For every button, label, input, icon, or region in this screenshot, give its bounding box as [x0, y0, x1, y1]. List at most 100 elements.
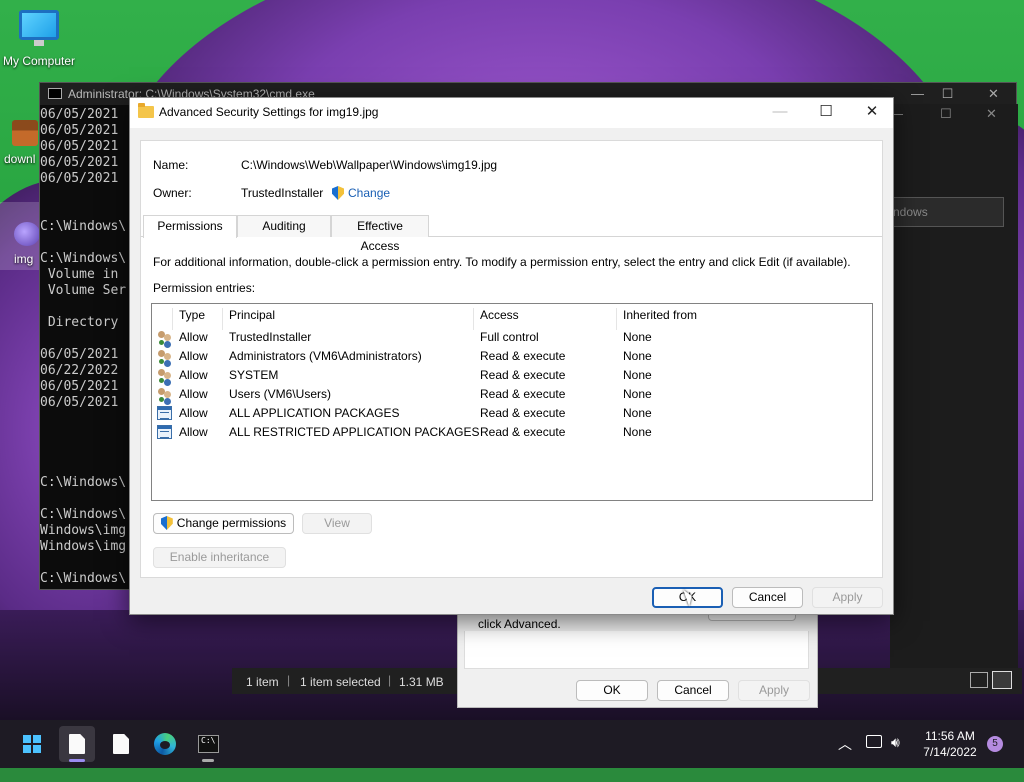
taskbar: C:\ ︿ 🔊︎ 11:56 AM 7/14/2022 5 [0, 720, 1024, 768]
taskbar-file-explorer[interactable] [59, 726, 95, 762]
ok-button[interactable]: OK [576, 680, 648, 701]
close-icon[interactable]: ✕ [971, 83, 1016, 105]
cell-access: Read & execute [480, 406, 566, 420]
taskbar-command-prompt[interactable]: C:\ [190, 726, 226, 762]
view-button[interactable]: View [302, 513, 372, 534]
maximize-icon[interactable]: ☐ [940, 106, 952, 122]
tiles-view-icon[interactable] [992, 671, 1012, 689]
properties-dialog[interactable]: click Advanced. Advanced OK Cancel Apply [457, 600, 818, 708]
cell-access: Read & execute [480, 387, 566, 401]
cell-principal: ALL APPLICATION PACKAGES [229, 406, 400, 420]
desktop-icon-my-computer[interactable]: My Computer [0, 10, 78, 68]
enable-inheritance-button[interactable]: Enable inheritance [153, 547, 286, 568]
volume-icon[interactable]: 🔊︎ [891, 734, 900, 782]
minimize-icon: — [772, 103, 788, 120]
cell-access: Read & execute [480, 425, 566, 439]
permission-entry-row[interactable]: Allow Administrators (VM6\Administrators)… [152, 347, 872, 366]
search-input[interactable]: ndows [892, 197, 1004, 227]
cell-inherited: None [623, 330, 652, 344]
clock[interactable]: 11:56 AM 7/14/2022 [918, 728, 982, 776]
column-header-access[interactable]: Access [480, 308, 519, 322]
status-divider: | [388, 673, 392, 687]
package-icon [157, 406, 172, 420]
desktop-icon-label: downl [4, 152, 36, 166]
cell-principal: Users (VM6\Users) [229, 387, 332, 401]
cancel-button[interactable]: Cancel [732, 587, 803, 608]
column-header-inherited[interactable]: Inherited from [623, 308, 697, 322]
properties-hint: click Advanced. [478, 617, 561, 631]
cancel-button[interactable]: Cancel [657, 680, 729, 701]
permissions-panel: Name: C:\Windows\Web\Wallpaper\Windows\i… [140, 140, 883, 578]
archive-icon [12, 120, 38, 146]
change-owner-link[interactable]: Change [332, 186, 390, 200]
users-icon [157, 330, 173, 346]
cell-type: Allow [179, 368, 208, 382]
change-permissions-button[interactable]: Change permissions [153, 513, 294, 534]
change-owner-label: Change [348, 186, 391, 200]
advanced-security-settings-dialog[interactable]: Advanced Security Settings for img19.jpg… [129, 97, 894, 615]
info-text: For additional information, double-click… [153, 255, 851, 269]
close-icon[interactable]: ✕ [986, 106, 997, 122]
cell-principal: SYSTEM [229, 368, 279, 382]
cell-access: Full control [480, 330, 539, 344]
permission-entry-row[interactable]: Allow ALL RESTRICTED APPLICATION PACKAGES… [152, 423, 872, 442]
cell-access: Read & execute [480, 349, 566, 363]
dialog-titlebar[interactable]: Advanced Security Settings for img19.jpg… [130, 98, 893, 128]
owner-label: Owner: [153, 186, 192, 200]
cell-type: Allow [179, 330, 208, 344]
maximize-icon[interactable]: ☐ [925, 83, 970, 105]
clock-date: 7/14/2022 [923, 745, 977, 759]
network-icon[interactable] [866, 735, 882, 748]
start-button[interactable] [14, 726, 50, 762]
list-header: Type Principal Access Inherited from [152, 304, 872, 330]
users-icon [157, 349, 173, 365]
status-item-count: 1 item [246, 675, 279, 689]
maximize-icon[interactable]: ☐ [803, 98, 849, 128]
cell-type: Allow [179, 387, 208, 401]
column-header-type[interactable]: Type [179, 308, 205, 322]
chevron-up-icon[interactable]: ︿ [838, 734, 852, 782]
permission-entry-row[interactable]: Allow ALL APPLICATION PACKAGES Read & exec… [152, 404, 872, 423]
terminal-icon: C:\ [198, 735, 219, 753]
tab-auditing[interactable]: Auditing [237, 215, 331, 237]
cell-inherited: None [623, 425, 652, 439]
tab-permissions[interactable]: Permissions [143, 215, 237, 238]
uac-shield-icon [332, 186, 344, 200]
details-view-icon[interactable] [970, 672, 988, 688]
windows-logo-icon [23, 735, 41, 753]
desktop-icon-image[interactable]: img [0, 202, 40, 270]
desktop-icon-label: My Computer [2, 54, 76, 68]
monitor-icon [19, 10, 59, 46]
search-placeholder: ndows [893, 205, 928, 219]
cell-principal: Administrators (VM6\Administrators) [229, 349, 422, 363]
entries-label: Permission entries: [153, 281, 256, 295]
taskbar-edge[interactable] [147, 726, 183, 762]
cell-inherited: None [623, 387, 652, 401]
taskbar-notepad[interactable] [103, 726, 139, 762]
document-icon [69, 734, 85, 754]
permission-entry-row[interactable]: Allow Users (VM6\Users) Read & execute None [152, 385, 872, 404]
desktop-icon-downloads[interactable]: downl [0, 120, 40, 166]
explorer-window[interactable]: — ☐ ✕ ndows [890, 104, 1018, 688]
tab-effective-access[interactable]: Effective Access [331, 215, 429, 253]
apply-button[interactable]: Apply [812, 587, 883, 608]
cmd-icon [48, 88, 62, 99]
apply-button[interactable]: Apply [738, 680, 810, 701]
document-icon [113, 734, 129, 754]
status-divider: | [287, 673, 291, 687]
status-selected: 1 item selected [300, 675, 381, 689]
dialog-title: Advanced Security Settings for img19.jpg [159, 105, 379, 119]
cell-inherited: None [623, 406, 652, 420]
permission-entry-row[interactable]: Allow SYSTEM Read & execute None [152, 366, 872, 385]
close-icon[interactable]: ✕ [849, 98, 895, 128]
permission-entry-row[interactable]: Allow TrustedInstaller Full control None [152, 328, 872, 347]
notification-badge[interactable]: 5 [987, 736, 1003, 752]
package-icon [157, 425, 172, 439]
change-permissions-label: Change permissions [176, 516, 287, 530]
clock-time: 11:56 AM [925, 729, 975, 743]
cell-inherited: None [623, 368, 652, 382]
permission-entries-list[interactable]: Type Principal Access Inherited from All… [151, 303, 873, 501]
edge-browser-icon [154, 733, 176, 755]
column-header-principal[interactable]: Principal [229, 308, 275, 322]
tab-bar: Permissions Auditing Effective Access [141, 215, 882, 253]
